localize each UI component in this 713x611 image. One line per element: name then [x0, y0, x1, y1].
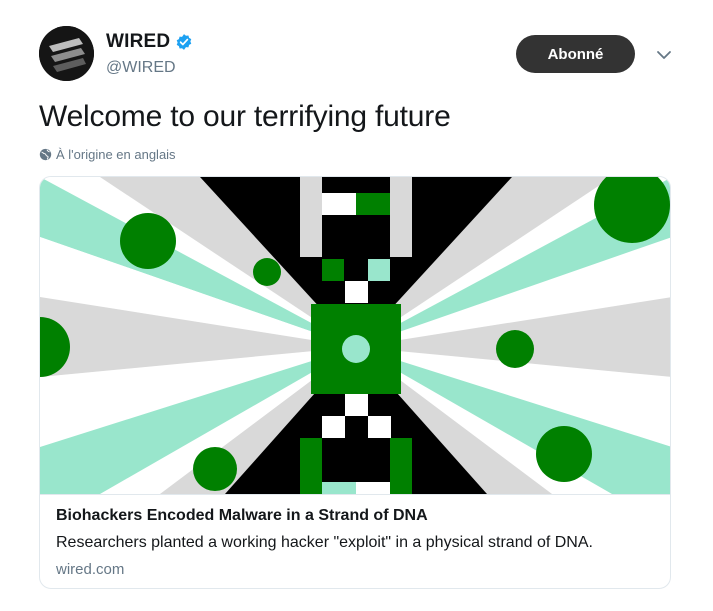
card-image	[40, 177, 670, 494]
translation-note[interactable]: À l'origine en anglais	[39, 147, 176, 162]
card-body: Biohackers Encoded Malware in a Strand o…	[40, 494, 670, 588]
card-description: Researchers planted a working hacker "ex…	[56, 534, 593, 551]
wired-logo	[39, 26, 94, 81]
card-title[interactable]: Biohackers Encoded Malware in a Strand o…	[56, 507, 428, 525]
chevron-down-icon[interactable]	[655, 46, 673, 64]
link-card[interactable]: Biohackers Encoded Malware in a Strand o…	[39, 176, 671, 589]
verified-badge-icon	[177, 34, 192, 50]
globe-icon	[39, 148, 52, 161]
author-name[interactable]: WIRED	[106, 31, 170, 53]
card-domain: wired.com	[56, 561, 125, 578]
following-button[interactable]: Abonné	[516, 35, 635, 73]
author-handle[interactable]: @WIRED	[106, 59, 176, 77]
author-name-row: WIRED	[106, 31, 193, 53]
tweet-text: Welcome to our terrifying future	[39, 100, 451, 133]
avatar[interactable]	[39, 26, 94, 81]
translation-label: À l'origine en anglais	[56, 147, 176, 162]
tweet-header: WIRED @WIRED Abonné	[39, 26, 689, 82]
